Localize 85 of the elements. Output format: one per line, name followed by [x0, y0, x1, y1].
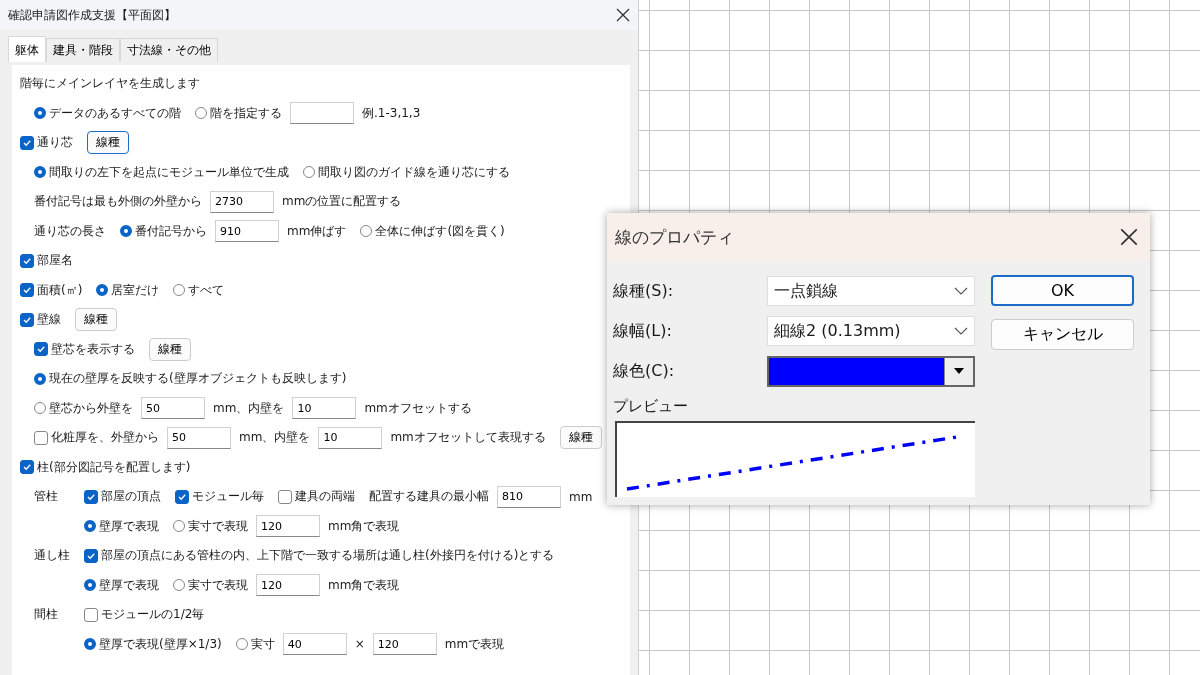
close-icon[interactable]	[1120, 228, 1138, 246]
radio-button[interactable]: 現在の壁厚を反映する(壁厚オブジェクトも反映します)	[34, 370, 347, 388]
chevron-down-icon	[954, 287, 968, 295]
dropdown-arrow-icon	[954, 368, 964, 374]
input-field[interactable]: 2730	[210, 190, 274, 213]
input-field[interactable]: 40	[282, 633, 347, 656]
checkbox[interactable]: モジュールの1/2毎	[84, 606, 205, 624]
label-text: mmオフセットする	[364, 399, 472, 417]
radio-button[interactable]: 居室だけ	[96, 281, 160, 299]
field-label: 線幅(L):	[613, 320, 673, 342]
label-text: 通り芯の長さ	[34, 222, 106, 240]
label-text: mmオフセットして表現する	[390, 429, 546, 447]
checkbox[interactable]: 部屋の頂点にある管柱の内、上下階で一致する場所は通し柱(外接円を付ける)とする	[84, 547, 555, 565]
row-label: 間柱	[34, 606, 59, 623]
radio-button[interactable]: 間取りの左下を起点にモジュール単位で生成	[34, 163, 289, 181]
radio-button[interactable]: 間取り図のガイド線を通り芯にする	[303, 163, 510, 181]
input-field[interactable]: 10	[292, 397, 357, 420]
line-type-button[interactable]: 線種	[87, 131, 129, 155]
checkbox[interactable]: 壁芯を表示する	[34, 340, 135, 358]
label-text: 配置する建具の最小幅	[369, 488, 489, 506]
field-label: 線色(C):	[613, 360, 676, 382]
ok-button[interactable]: OK	[991, 275, 1134, 306]
checkbox[interactable]: 部屋の頂点	[84, 488, 161, 506]
row-label: 管柱	[34, 488, 59, 505]
line-type-button[interactable]: 線種	[559, 426, 602, 450]
label-text: mmで表現	[444, 635, 505, 653]
checkbox[interactable]: モジュール毎	[175, 488, 264, 506]
checkbox[interactable]: 部屋名	[20, 252, 73, 270]
radio-button[interactable]: 壁厚で表現	[84, 576, 159, 594]
label-text: mmの位置に配置する	[282, 193, 402, 211]
radio-button[interactable]: 番付記号から	[120, 222, 207, 240]
cancel-button[interactable]: キャンセル	[991, 319, 1134, 350]
label-text: mm	[569, 489, 593, 504]
line-type-button[interactable]: 線種	[149, 337, 191, 361]
radio-button[interactable]: 全体に伸ばす(図を貫く)	[360, 222, 505, 240]
label-text: mm、内壁を	[239, 429, 311, 447]
radio-button[interactable]: すべて	[173, 281, 225, 299]
input-field[interactable]: 120	[256, 515, 320, 538]
dropdown[interactable]: 一点鎖線	[767, 276, 975, 306]
field-label: 線種(S):	[613, 280, 675, 302]
checkbox[interactable]: 柱(部分図記号を配置します)	[20, 458, 191, 476]
radio-button[interactable]: データのあるすべての階	[34, 104, 181, 122]
radio-button[interactable]: 実寸で表現	[173, 517, 248, 535]
input-field[interactable]: 50	[167, 426, 231, 449]
checkbox[interactable]: 化粧厚を、外壁から	[34, 429, 159, 447]
check-icon	[22, 462, 32, 473]
label-text: mm角で表現	[328, 576, 400, 594]
check-icon	[22, 285, 32, 296]
radio-button[interactable]: 実寸で表現	[173, 576, 248, 594]
input-field[interactable]: 120	[256, 574, 320, 597]
radio-button[interactable]: 壁厚で表現	[84, 517, 159, 535]
color-picker[interactable]	[767, 355, 975, 387]
chevron-down-icon	[954, 327, 968, 335]
label-text: mm角で表現	[328, 517, 400, 535]
line-type-button[interactable]: 線種	[75, 308, 117, 332]
radio-button[interactable]: 壁芯から外壁を	[34, 399, 133, 417]
label-text: mm、内壁を	[213, 399, 285, 417]
dropdown[interactable]: 細線2 (0.13mm)	[767, 316, 975, 346]
checkbox[interactable]: 通り芯	[20, 134, 73, 152]
label-text: 例.1-3,1,3	[362, 104, 421, 122]
close-icon[interactable]	[616, 8, 630, 22]
tab[interactable]: 躯体	[8, 36, 46, 62]
checkbox[interactable]: 建具の両端	[278, 488, 355, 506]
input-field[interactable]: 910	[215, 220, 279, 243]
window-title: 確認申請図作成支援【平面図】	[8, 6, 176, 24]
radio-button[interactable]: 壁厚で表現(壁厚×1/3)	[84, 635, 222, 653]
checkbox[interactable]: 壁線	[20, 311, 61, 329]
label-text: 番付記号は最も外側の外壁から	[34, 193, 202, 211]
row-label: 通し柱	[34, 547, 71, 564]
label-text: mm伸ばす	[287, 222, 347, 240]
dialog-title: 線のプロパティ	[615, 225, 734, 249]
radio-button[interactable]: 実寸	[235, 635, 275, 653]
checkbox[interactable]: 面積(㎡)	[20, 281, 83, 299]
input-field[interactable]: 120	[372, 633, 437, 656]
radio-button[interactable]: 階を指定する	[195, 104, 282, 122]
preview-label: プレビュー	[613, 397, 689, 417]
input-field[interactable]: 810	[497, 485, 561, 508]
label-text: ×	[354, 637, 365, 652]
tab[interactable]: 建具・階段	[46, 38, 120, 62]
check-icon	[36, 344, 46, 355]
input-field[interactable]	[290, 102, 354, 125]
input-field[interactable]: 50	[141, 397, 205, 420]
input-field[interactable]: 10	[318, 426, 383, 449]
label-text: 階毎にメインレイヤを生成します	[20, 75, 200, 93]
tab[interactable]: 寸法線・その他	[120, 38, 218, 62]
